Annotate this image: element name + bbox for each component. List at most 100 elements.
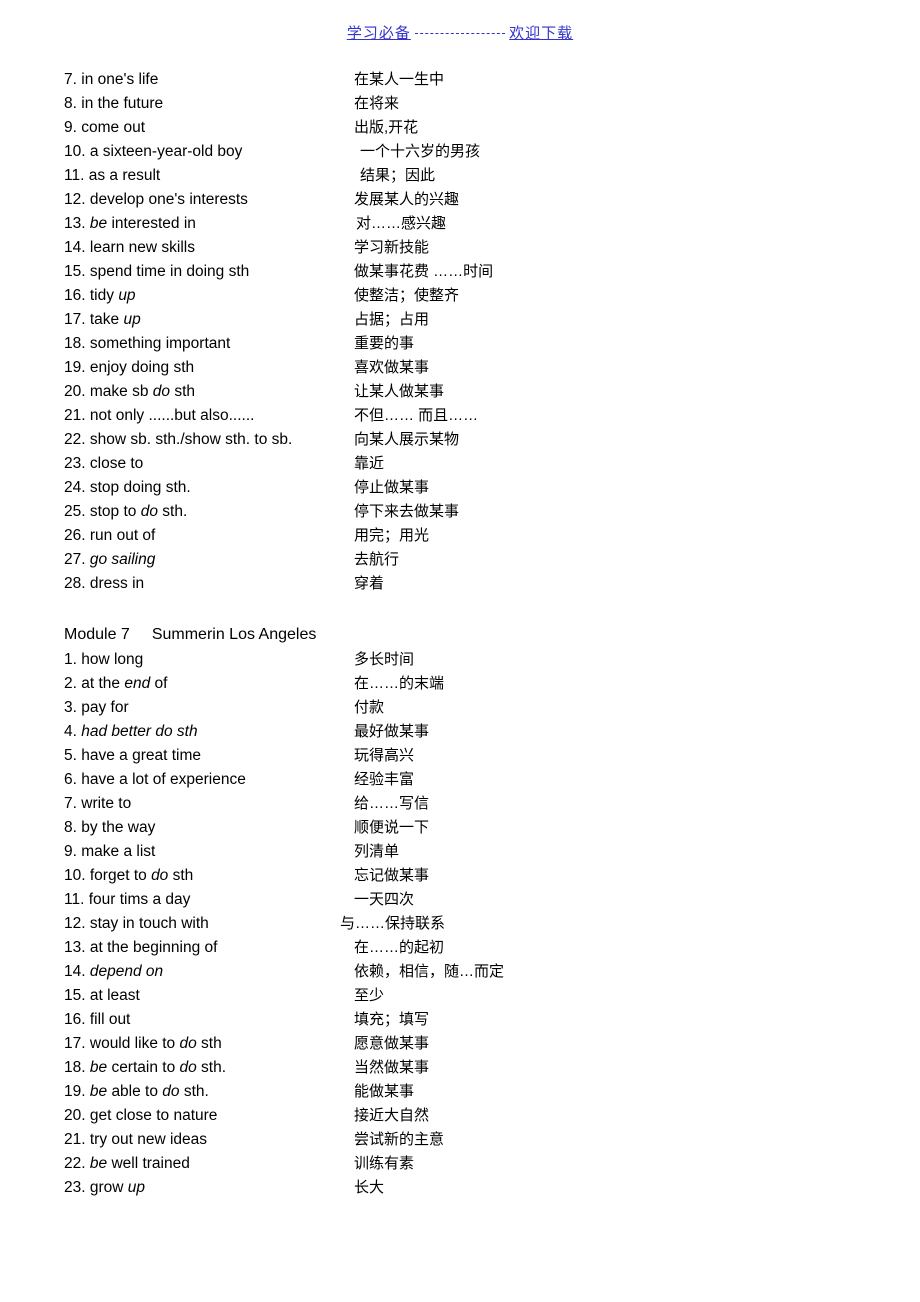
vocab-english: 7. in one's life [64, 68, 158, 92]
vocab-phrase-part: at the beginning of [89, 939, 218, 956]
vocab-phrase-part: tidy [89, 287, 119, 304]
vocab-phrase-part: have a lot of experience [81, 771, 246, 788]
vocab-row: 23. grow up 长大 [64, 1176, 864, 1200]
vocab-index: 19. [64, 1083, 86, 1100]
vocab-phrase-part: not only ......but also...... [89, 407, 255, 424]
vocab-row: 24. stop doing sth. 停止做某事 [64, 476, 864, 500]
vocab-english: 9. come out [64, 116, 145, 140]
vocab-chinese: 能做某事 [354, 1083, 415, 1100]
vocab-chinese: 停止做某事 [354, 479, 430, 496]
vocab-phrase-part: four tims a day [88, 891, 191, 908]
vocab-english: 19. be able to do sth. [64, 1080, 209, 1104]
vocab-row: 22. show sb. sth./show sth. to sb. 向某人展示某… [64, 428, 864, 452]
vocab-row: 21. not only ......but also...... 不但…… 而且… [64, 404, 864, 428]
vocab-chinese: 停下来去做某事 [354, 503, 460, 520]
vocab-chinese: 喜欢做某事 [354, 359, 430, 376]
vocab-phrase-part: be [89, 1083, 112, 1100]
vocab-row: 1. how long 多长时间 [64, 648, 864, 672]
vocab-index: 14. [64, 239, 86, 256]
vocab-english: 3. pay for [64, 696, 129, 720]
vocab-phrase-part: forget to [89, 867, 152, 884]
vocab-row: 11. four tims a day 一天四次 [64, 888, 864, 912]
vocab-phrase-part: had better [81, 723, 156, 740]
vocab-english: 6. have a lot of experience [64, 768, 246, 792]
vocab-phrase-part: stop to [89, 503, 141, 520]
vocab-row: 6. have a lot of experience 经验丰富 [64, 768, 864, 792]
vocab-chinese: 在……的末端 [354, 675, 445, 692]
vocab-index: 11. [64, 891, 85, 908]
vocab-index: 18. [64, 335, 86, 352]
vocab-index: 11. [64, 167, 85, 184]
vocab-chinese: 不但…… 而且…… [354, 407, 479, 424]
vocab-chinese: 依赖，相信，随…而定 [354, 963, 505, 980]
vocab-row: 17. take up 占据；占用 [64, 308, 864, 332]
vocab-english: 23. grow up [64, 1176, 145, 1200]
vocab-english: 26. run out of [64, 524, 155, 548]
vocab-phrase-part: take [89, 311, 124, 328]
vocab-index: 24. [64, 479, 86, 496]
vocab-index: 20. [64, 1107, 86, 1124]
vocab-english: 19. enjoy doing sth [64, 356, 194, 380]
vocab-chinese: 愿意做某事 [354, 1035, 430, 1052]
vocab-phrase-part: come out [81, 119, 146, 136]
vocab-chinese: 做某事花费 ……时间 [354, 263, 494, 280]
vocab-chinese: 给……写信 [354, 795, 430, 812]
module-number: Module 7 [64, 626, 130, 643]
vocab-row: 20. make sb do sth 让某人做某事 [64, 380, 864, 404]
vocab-phrase-part: enjoy doing sth [89, 359, 195, 376]
vocab-row: 11. as a result 结果；因此 [64, 164, 864, 188]
vocab-phrase-part: pay for [81, 699, 129, 716]
vocab-index: 16. [64, 1011, 86, 1028]
vocab-row: 12. stay in touch with 与……保持联系 [64, 912, 864, 936]
vocab-index: 12. [64, 915, 86, 932]
vocab-row: 16. tidy up 使整洁；使整齐 [64, 284, 864, 308]
vocab-chinese: 在……的起初 [354, 939, 445, 956]
vocab-english: 16. fill out [64, 1008, 130, 1032]
vocab-chinese: 列清单 [354, 843, 400, 860]
vocab-index: 15. [64, 263, 86, 280]
vocab-chinese: 接近大自然 [354, 1107, 430, 1124]
vocab-row: 25. stop to do sth. 停下来去做某事 [64, 500, 864, 524]
vocab-phrase-part: learn new skills [89, 239, 195, 256]
vocab-index: 5. [64, 747, 77, 764]
vocab-chinese: 去航行 [354, 551, 400, 568]
vocab-row: 20. get close to nature 接近大自然 [64, 1104, 864, 1128]
vocab-chinese: 使整洁；使整齐 [354, 287, 460, 304]
vocab-phrase-part: be [89, 1155, 112, 1172]
vocab-phrase-part: sth. [179, 1083, 209, 1100]
vocab-english: 27. go sailing [64, 548, 155, 572]
vocab-chinese: 一个十六岁的男孩 [360, 143, 481, 160]
vocab-english: 22. show sb. sth./show sth. to sb. [64, 428, 292, 452]
vocab-phrase-part: develop one's interests [89, 191, 248, 208]
vocab-index: 4. [64, 723, 77, 740]
vocab-phrase-part: show sb. sth./show sth. to sb. [89, 431, 293, 448]
vocab-index: 23. [64, 455, 86, 472]
vocab-phrase-part: up [118, 287, 136, 304]
vocab-phrase-part: try out new ideas [89, 1131, 208, 1148]
vocab-phrase-part: do [152, 383, 171, 400]
vocab-chinese: 尝试新的主意 [354, 1131, 445, 1148]
vocab-row: 22. be well trained 训练有素 [64, 1152, 864, 1176]
vocab-phrase-part: be [89, 1059, 112, 1076]
vocab-row: 26. run out of 用完；用光 [64, 524, 864, 548]
vocab-phrase-part: depend on [89, 963, 164, 980]
vocab-index: 15. [64, 987, 86, 1004]
vocab-phrase-part: a sixteen-year-old boy [89, 143, 243, 160]
vocab-index: 13. [64, 939, 86, 956]
vocab-english: 21. not only ......but also...... [64, 404, 254, 428]
vocab-index: 26. [64, 527, 86, 544]
vocab-chinese: 出版,开花 [354, 119, 419, 136]
vocab-english: 7. write to [64, 792, 131, 816]
vocab-phrase-part: do [179, 1059, 197, 1076]
vocab-index: 16. [64, 287, 86, 304]
vocab-chinese: 最好做某事 [354, 723, 430, 740]
vocab-row: 19. be able to do sth. 能做某事 [64, 1080, 864, 1104]
vocab-chinese: 在将来 [354, 95, 400, 112]
vocab-index: 9. [64, 843, 77, 860]
vocab-index: 17. [64, 311, 86, 328]
vocab-phrase-part: as a result [88, 167, 161, 184]
vocab-row: 14. depend on 依赖，相信，随…而定 [64, 960, 864, 984]
vocab-index: 17. [64, 1035, 86, 1052]
vocab-row: 13. be interested in 对……感兴趣 [64, 212, 864, 236]
vocab-english: 18. something important [64, 332, 230, 356]
